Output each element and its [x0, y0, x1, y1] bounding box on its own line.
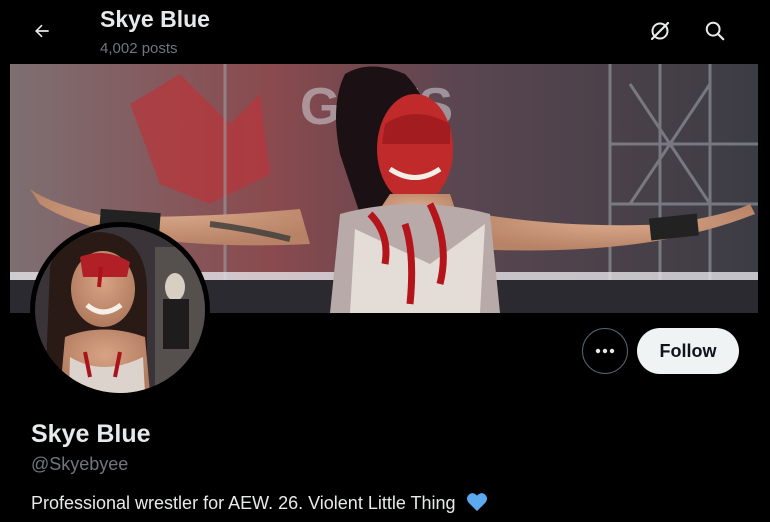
search-icon	[705, 21, 725, 41]
avatar-image	[35, 227, 205, 393]
blue-heart-icon	[466, 493, 487, 512]
profile-page: Skye Blue 4,002 posts Follow Skye Blue @…	[0, 0, 770, 522]
more-icon	[595, 348, 615, 354]
top-bar: Skye Blue 4,002 posts	[0, 0, 770, 64]
back-button[interactable]	[24, 13, 60, 49]
header-post-count: 4,002 posts	[100, 40, 178, 57]
header-name: Skye Blue	[100, 6, 210, 32]
follow-button[interactable]: Follow	[637, 328, 739, 374]
more-options-button[interactable]	[582, 328, 628, 374]
back-arrow-icon	[35, 24, 49, 38]
grok-button[interactable]	[642, 13, 678, 49]
profile-bio: Professional wrestler for AEW. 26. Viole…	[31, 492, 488, 514]
bio-text: Professional wrestler for AEW. 26. Viole…	[31, 493, 456, 513]
profile-display-name: Skye Blue	[31, 420, 151, 448]
grok-icon	[650, 21, 670, 41]
search-button[interactable]	[697, 13, 733, 49]
profile-avatar[interactable]	[30, 222, 210, 398]
profile-handle: @Skyebyee	[31, 454, 129, 474]
